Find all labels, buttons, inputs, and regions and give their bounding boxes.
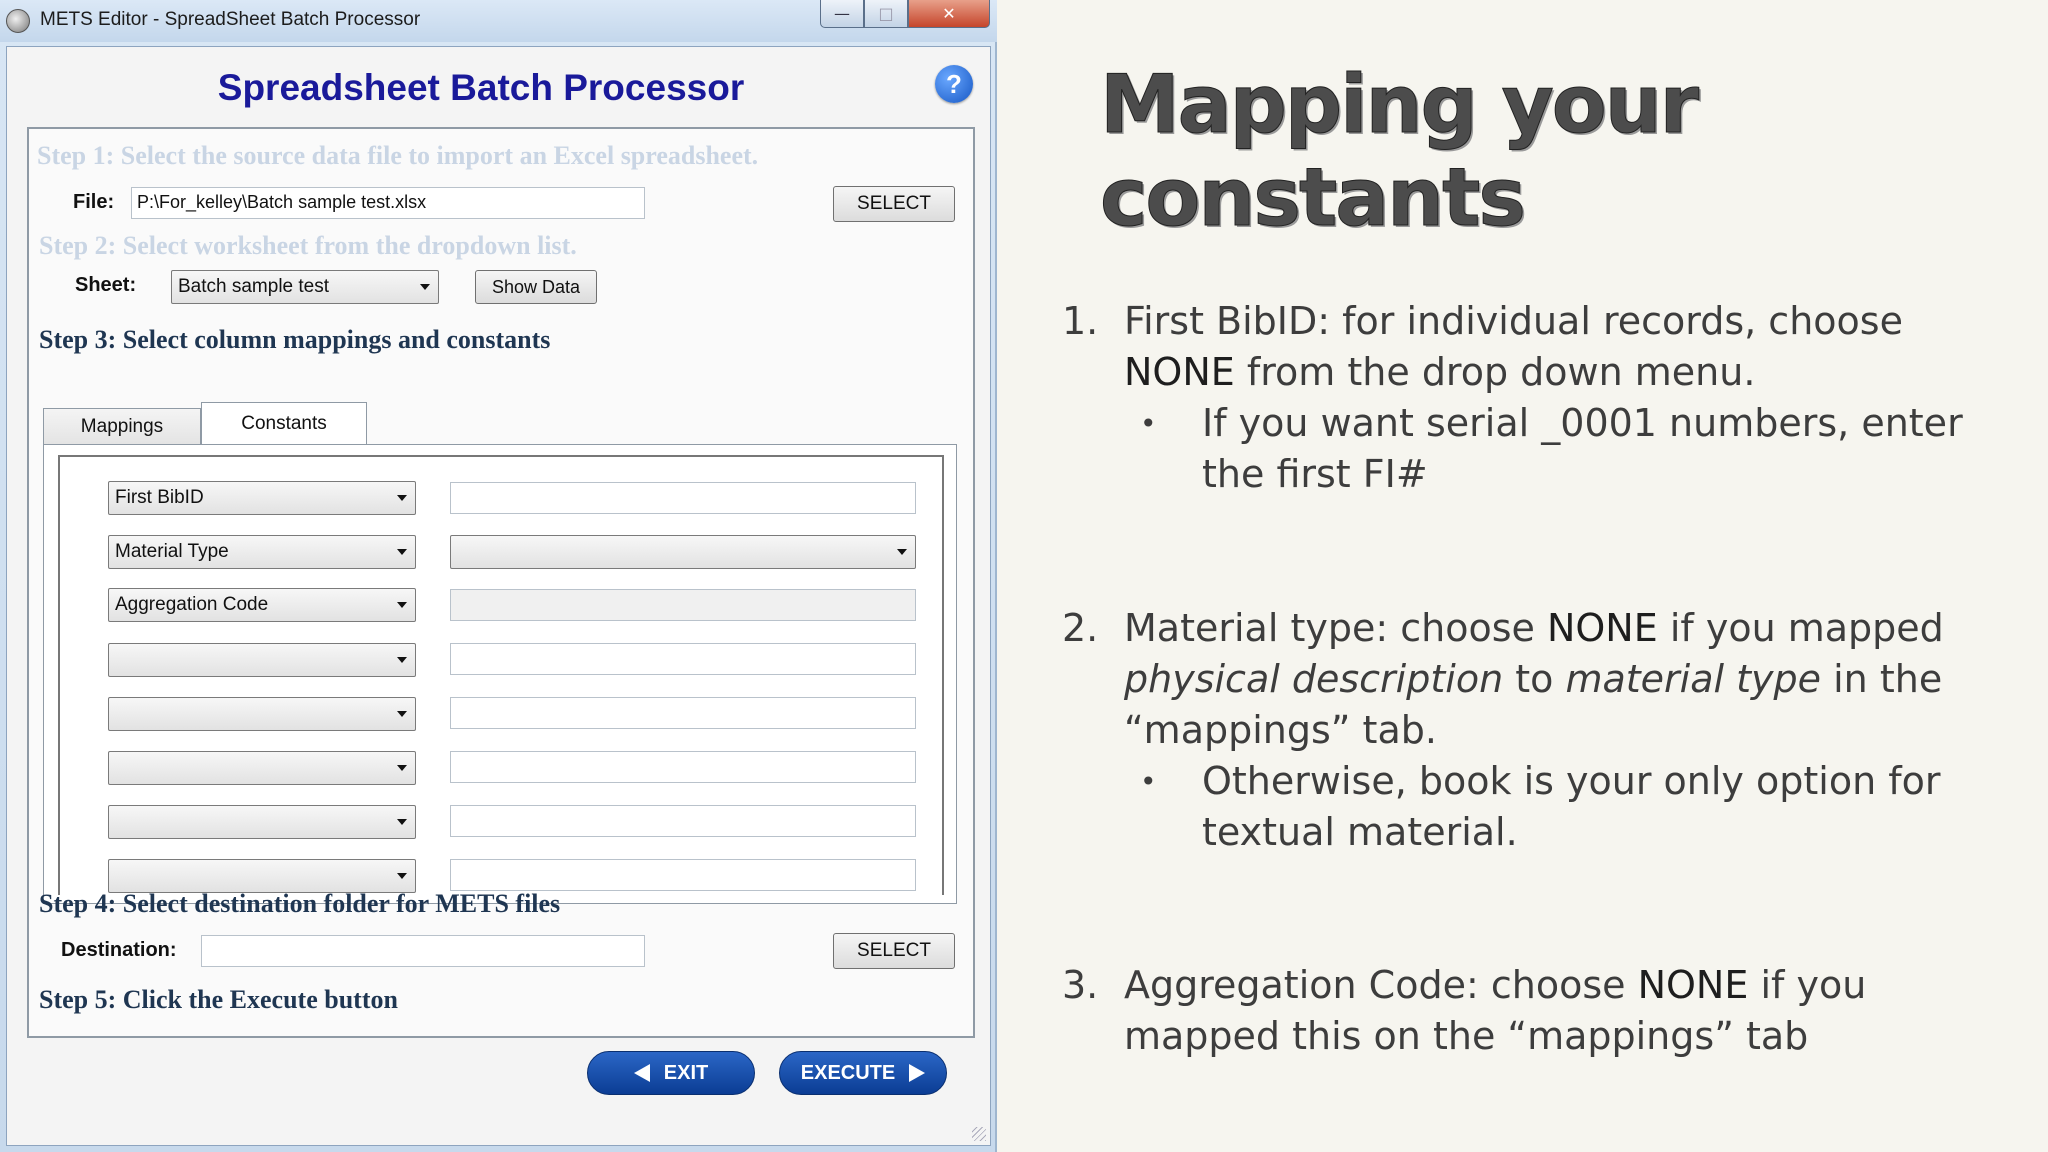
- tab-constants[interactable]: Constants: [201, 402, 367, 444]
- constant-value-input[interactable]: [450, 751, 916, 783]
- constants-tab-panel: First BibID Material Type Aggregation Co…: [43, 444, 957, 904]
- item-subpoint-text: Otherwise, book is your only option for …: [1202, 759, 1941, 854]
- constant-value-input[interactable]: [450, 482, 916, 514]
- steps-panel: Step 1: Select the source data file to i…: [27, 127, 975, 1038]
- item-text: Material type: choose NONE if you mapped…: [1124, 603, 2002, 756]
- constant-field-value: First BibID: [115, 487, 204, 508]
- item-text-emphasis: NONE: [1124, 350, 1235, 394]
- chevron-down-icon: [397, 602, 407, 608]
- arrow-right-icon: [909, 1064, 926, 1082]
- sheet-dropdown[interactable]: Batch sample test: [171, 270, 439, 304]
- constant-value-input: [450, 589, 916, 621]
- app-window: METS Editor - SpreadSheet Batch Processo…: [0, 0, 997, 1152]
- chevron-down-icon: [397, 819, 407, 825]
- constant-field-dropdown[interactable]: [108, 697, 416, 731]
- chevron-down-icon: [397, 549, 407, 555]
- constant-field-dropdown[interactable]: [108, 859, 416, 893]
- item-text: First BibID: for individual records, cho…: [1124, 296, 2002, 398]
- help-icon[interactable]: ?: [935, 65, 973, 103]
- step5-label: Step 5: Click the Execute button: [39, 985, 398, 1014]
- item-text-part: from the drop down menu.: [1234, 350, 1756, 394]
- item-number: 3.: [1062, 963, 1099, 1007]
- destination-input[interactable]: [201, 935, 645, 967]
- resize-grip[interactable]: [972, 1127, 986, 1141]
- constant-field-value: Material Type: [115, 541, 229, 562]
- bullet-icon: •: [1140, 407, 1157, 440]
- item-subpoint: • If you want serial _0001 numbers, ente…: [1140, 398, 2002, 500]
- chevron-down-icon: [397, 657, 407, 663]
- select-file-button[interactable]: SELECT: [833, 186, 955, 222]
- item-text-emphasis: NONE: [1637, 963, 1749, 1007]
- constant-field-value: Aggregation Code: [115, 594, 269, 615]
- constant-field-dropdown[interactable]: [108, 805, 416, 839]
- window-client-area: Spreadsheet Batch Processor ? Step 1: Se…: [6, 46, 991, 1146]
- constant-field-dropdown[interactable]: First BibID: [108, 481, 416, 515]
- item-subpoint: • Otherwise, book is your only option fo…: [1140, 756, 2002, 858]
- slide-item-1: 1. First BibID: for individual records, …: [1062, 296, 2002, 500]
- execute-button-label: EXECUTE: [800, 1061, 896, 1084]
- constant-value-input[interactable]: [450, 859, 916, 891]
- item-text-part: to: [1503, 657, 1566, 701]
- show-data-button[interactable]: Show Data: [475, 270, 597, 304]
- constant-field-dropdown[interactable]: Material Type: [108, 535, 416, 569]
- file-path-input[interactable]: P:\For_kelley\Batch sample test.xlsx: [131, 187, 645, 219]
- window-title: METS Editor - SpreadSheet Batch Processo…: [40, 9, 421, 30]
- step3-label: Step 3: Select column mappings and const…: [39, 325, 551, 354]
- constant-value-input[interactable]: [450, 805, 916, 837]
- exit-button-label: EXIT: [663, 1061, 709, 1084]
- sheet-dropdown-value: Batch sample test: [178, 276, 330, 297]
- step4-label: Step 4: Select destination folder for ME…: [39, 889, 561, 918]
- item-subpoint-text: If you want serial _0001 numbers, enter …: [1202, 401, 1963, 496]
- app-heading: Spreadsheet Batch Processor: [217, 67, 745, 108]
- material-type-value-dropdown[interactable]: [450, 535, 916, 569]
- sheet-label: Sheet:: [75, 274, 137, 296]
- destination-label: Destination:: [61, 939, 177, 961]
- app-icon: [6, 9, 30, 33]
- tab-mappings[interactable]: Mappings: [43, 408, 201, 444]
- item-text-italic: material type: [1565, 657, 1822, 701]
- slide-title: Mapping your constants: [1100, 58, 1700, 245]
- maximize-button[interactable]: □: [864, 0, 908, 28]
- item-text-part: Aggregation Code: choose: [1124, 963, 1638, 1007]
- step2-label: Step 2: Select worksheet from the dropdo…: [39, 231, 577, 260]
- chevron-down-icon: [897, 549, 907, 555]
- exit-button[interactable]: EXIT: [587, 1051, 755, 1095]
- arrow-left-icon: [633, 1064, 650, 1082]
- item-text-emphasis: NONE: [1546, 606, 1658, 650]
- slide-item-2: 2. Material type: choose NONE if you map…: [1062, 603, 2002, 858]
- chevron-down-icon: [420, 284, 430, 290]
- item-number: 1.: [1062, 299, 1099, 343]
- chevron-down-icon: [397, 495, 407, 501]
- constant-field-dropdown[interactable]: [108, 643, 416, 677]
- item-text-italic: physical description: [1124, 657, 1504, 701]
- execute-button[interactable]: EXECUTE: [779, 1051, 947, 1095]
- bullet-icon: •: [1140, 765, 1157, 798]
- item-number: 2.: [1062, 606, 1099, 650]
- select-destination-button[interactable]: SELECT: [833, 933, 955, 969]
- file-label: File:: [73, 191, 115, 213]
- slide-item-3: 3. Aggregation Code: choose NONE if you …: [1062, 960, 2002, 1062]
- chevron-down-icon: [397, 765, 407, 771]
- constants-list: First BibID Material Type Aggregation Co…: [58, 455, 944, 895]
- constant-value-input[interactable]: [450, 697, 916, 729]
- chevron-down-icon: [397, 711, 407, 717]
- step1-label: Step 1: Select the source data file to i…: [37, 141, 759, 170]
- title-bar[interactable]: METS Editor - SpreadSheet Batch Processo…: [0, 0, 997, 42]
- constant-field-dropdown[interactable]: [108, 751, 416, 785]
- constant-field-dropdown[interactable]: Aggregation Code: [108, 588, 416, 622]
- close-button[interactable]: ✕: [908, 0, 990, 28]
- chevron-down-icon: [397, 873, 407, 879]
- item-text-part: First BibID: for individual records, cho…: [1124, 299, 1903, 343]
- item-text-part: if you mapped: [1657, 606, 1944, 650]
- constant-value-input[interactable]: [450, 643, 916, 675]
- item-text-part: Material type: choose: [1124, 606, 1547, 650]
- item-text: Aggregation Code: choose NONE if you map…: [1124, 960, 2002, 1062]
- minimize-button[interactable]: —: [820, 0, 864, 28]
